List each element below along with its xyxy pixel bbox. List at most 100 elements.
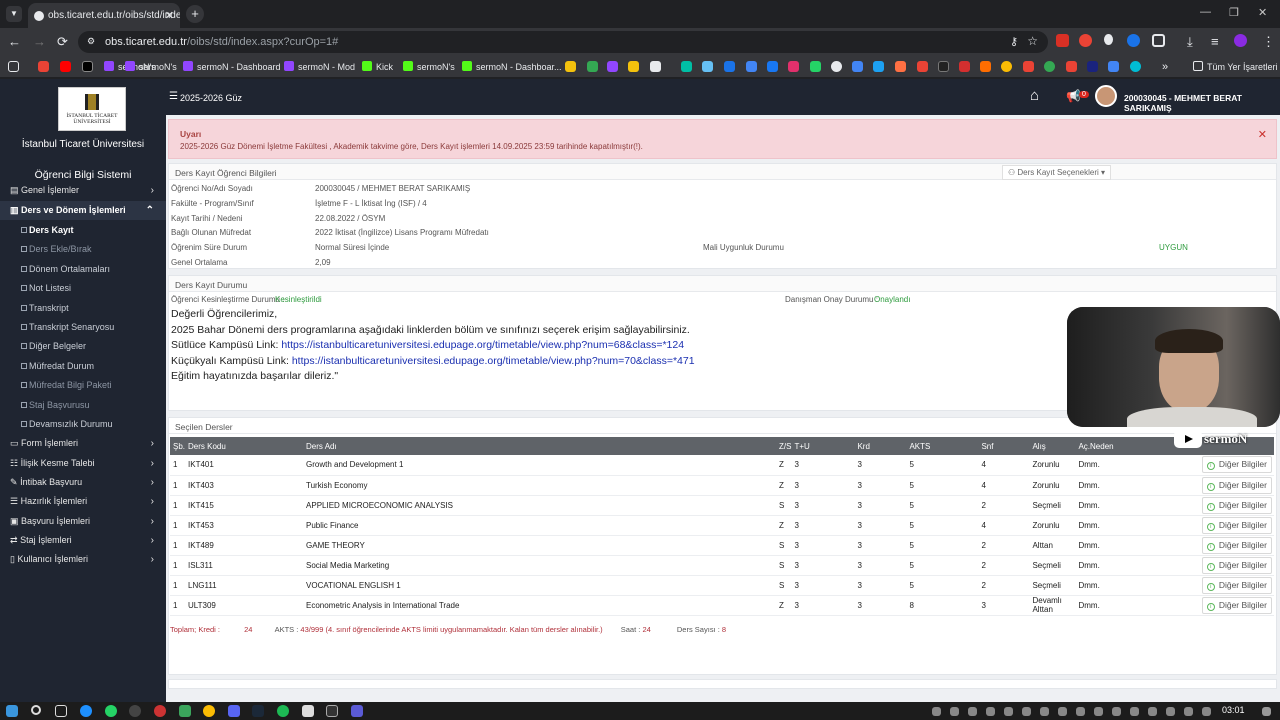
app-icon-3[interactable] (302, 705, 314, 717)
tray-icon-10[interactable] (1094, 707, 1103, 716)
tray-icon-14[interactable] (1166, 707, 1175, 716)
bookmark-icon-c[interactable] (607, 61, 618, 72)
bookmark-2[interactable]: sermoN's (125, 59, 177, 75)
clock[interactable]: 03:01 (1222, 705, 1245, 715)
x-icon[interactable] (82, 61, 93, 72)
extension-icon-3[interactable] (1104, 34, 1113, 45)
bookmark-icon-s[interactable] (1044, 61, 1055, 72)
edge-icon[interactable] (80, 705, 92, 717)
github-icon[interactable] (831, 61, 842, 72)
tray-icon-1[interactable] (932, 707, 941, 716)
tray-icon-3[interactable] (968, 707, 977, 716)
other-info-button[interactable]: i Diğer Bilgiler (1201, 596, 1272, 614)
bookmark-icon-f[interactable] (681, 61, 692, 72)
app-icon-2[interactable] (179, 705, 191, 717)
reading-list-icon[interactable]: ≡ (1211, 34, 1219, 49)
minimize-icon[interactable]: — (1200, 6, 1211, 18)
sidebar-item-ilisik[interactable]: ☷ İlişik Kesme Talebi › (0, 454, 166, 473)
tray-icon-13[interactable] (1148, 707, 1157, 716)
facebook-icon[interactable] (767, 61, 778, 72)
bookmark-icon-w[interactable] (1130, 61, 1141, 72)
other-info-button[interactable]: i Diğer Bilgiler (1201, 556, 1272, 574)
other-info-button[interactable]: i Diğer Bilgiler (1201, 456, 1272, 474)
tray-icon-9[interactable] (1076, 707, 1085, 716)
youtube-play-icon[interactable] (1174, 430, 1202, 448)
tray-icon-5[interactable] (1004, 707, 1013, 716)
bookmark-7[interactable]: sermoN - Dashboar... (462, 59, 562, 75)
bookmark-3[interactable]: sermoN - Dashboard (183, 59, 281, 75)
app-icon-4[interactable] (326, 705, 338, 717)
app-icon-5[interactable] (351, 705, 363, 717)
sidebar-item-general[interactable]: ▤ Genel İşlemler › (0, 181, 166, 200)
chrome-icon[interactable] (203, 705, 215, 717)
site-info-icon[interactable]: ⚙ (87, 36, 95, 47)
bookmark-icon-m[interactable] (917, 61, 928, 72)
close-icon[interactable]: ✕ (1258, 128, 1267, 141)
sidebar-sub-mufredat-bilgi[interactable]: Müfredat Bilgi Paketi (0, 376, 166, 395)
bookmark-star-icon[interactable]: ☆ (1027, 34, 1038, 48)
course-options-button[interactable]: ⚇ Ders Kayıt Seçenekleri ▾ (1002, 165, 1112, 180)
tray-icon-12[interactable] (1130, 707, 1139, 716)
tray-icon-6[interactable] (1022, 707, 1031, 716)
avatar[interactable] (1095, 85, 1117, 107)
all-bookmarks-folder[interactable]: Tüm Yer İşaretleri (1193, 59, 1278, 75)
home-icon[interactable]: ⌂ (1030, 87, 1039, 104)
task-view-icon[interactable] (55, 705, 67, 717)
other-info-button[interactable]: i Diğer Bilgiler (1201, 476, 1272, 494)
bookmark-icon-b[interactable] (587, 61, 598, 72)
download-icon[interactable]: ⤓ (1187, 34, 1193, 50)
bookmark-icon-q[interactable] (1001, 61, 1012, 72)
address-bar[interactable]: ⚙ obs.ticaret.edu.tr/oibs/std/index.aspx… (78, 31, 1048, 53)
other-info-button[interactable]: i Diğer Bilgiler (1201, 536, 1272, 554)
browser-tab-active[interactable]: obs.ticaret.edu.tr/oibs/std/index. ✕ (28, 3, 180, 28)
tray-icon-8[interactable] (1058, 707, 1067, 716)
extension-icon-2[interactable] (1079, 34, 1092, 47)
notifications-icon[interactable] (1262, 707, 1271, 716)
tray-icon-15[interactable] (1184, 707, 1193, 716)
sidebar-sub-transkript[interactable]: Transkript (0, 299, 166, 318)
bookmark-icon-l[interactable] (895, 61, 906, 72)
whatsapp-icon[interactable] (810, 61, 821, 72)
bookmark-icon-u[interactable] (1087, 61, 1098, 72)
tray-icon-11[interactable] (1112, 707, 1121, 716)
bookmark-4[interactable]: sermoN - Mod (284, 59, 355, 75)
sidebar-item-staj[interactable]: ⇄ Staj İşlemleri › (0, 531, 166, 550)
sidebar-sub-mufredat-durum[interactable]: Müfredat Durum (0, 357, 166, 376)
tray-icon-16[interactable] (1202, 707, 1211, 716)
sidebar-item-courses[interactable]: ▥ Ders ve Dönem İşlemleri ⌃ (0, 201, 166, 220)
timetable-link-sutluce[interactable]: https://istanbulticaretuniversitesi.edup… (281, 339, 684, 351)
bookmark-5[interactable]: Kick (362, 59, 393, 75)
spotify-icon[interactable] (277, 705, 289, 717)
extension-icon-4[interactable] (1127, 34, 1140, 47)
sidebar-sub-staj-basvurusu[interactable]: Staj Başvurusu (0, 396, 166, 415)
tab-search-button[interactable]: ▼ (6, 6, 22, 22)
tray-icon-4[interactable] (986, 707, 995, 716)
forward-icon[interactable]: → (33, 34, 46, 49)
whatsapp-taskbar-icon[interactable] (105, 705, 117, 717)
bookmark-icon-j[interactable] (852, 61, 863, 72)
close-window-icon[interactable]: ✕ (1258, 6, 1267, 19)
youtube-icon[interactable] (60, 61, 71, 72)
reload-icon[interactable]: ⟳ (57, 34, 68, 50)
extension-icon-1[interactable] (1056, 34, 1069, 47)
sidebar-sub-diger-belgeler[interactable]: Diğer Belgeler (0, 337, 166, 356)
other-info-button[interactable]: i Diğer Bilgiler (1201, 496, 1272, 514)
profile-avatar-icon[interactable] (1234, 34, 1247, 47)
sidebar-item-forms[interactable]: ▭ Form İşlemleri › (0, 434, 166, 453)
sidebar-sub-not-listesi[interactable]: Not Listesi (0, 279, 166, 298)
bookmark-icon-g[interactable] (702, 61, 713, 72)
bookmark-icon-i[interactable] (746, 61, 757, 72)
new-tab-button[interactable]: + (186, 5, 204, 23)
bookmark-icon-h[interactable] (724, 61, 735, 72)
bookmark-icon-p[interactable] (980, 61, 991, 72)
sidebar-item-basvuru[interactable]: ▣ Başvuru İşlemleri › (0, 512, 166, 531)
sidebar-sub-ders-kayit[interactable]: Ders Kayıt (0, 221, 166, 240)
sidebar-sub-devamsizlik[interactable]: Devamsızlık Durumu (0, 415, 166, 434)
bookmark-icon-a[interactable] (565, 61, 576, 72)
obs-icon[interactable] (129, 705, 141, 717)
sidebar-item-intibak[interactable]: ✎ İntibak Başvuru › (0, 473, 166, 492)
other-info-button[interactable]: i Diğer Bilgiler (1201, 576, 1272, 594)
bookmark-icon-n[interactable] (938, 61, 949, 72)
close-tab-icon[interactable]: ✕ (165, 9, 174, 22)
other-info-button[interactable]: i Diğer Bilgiler (1201, 516, 1272, 534)
